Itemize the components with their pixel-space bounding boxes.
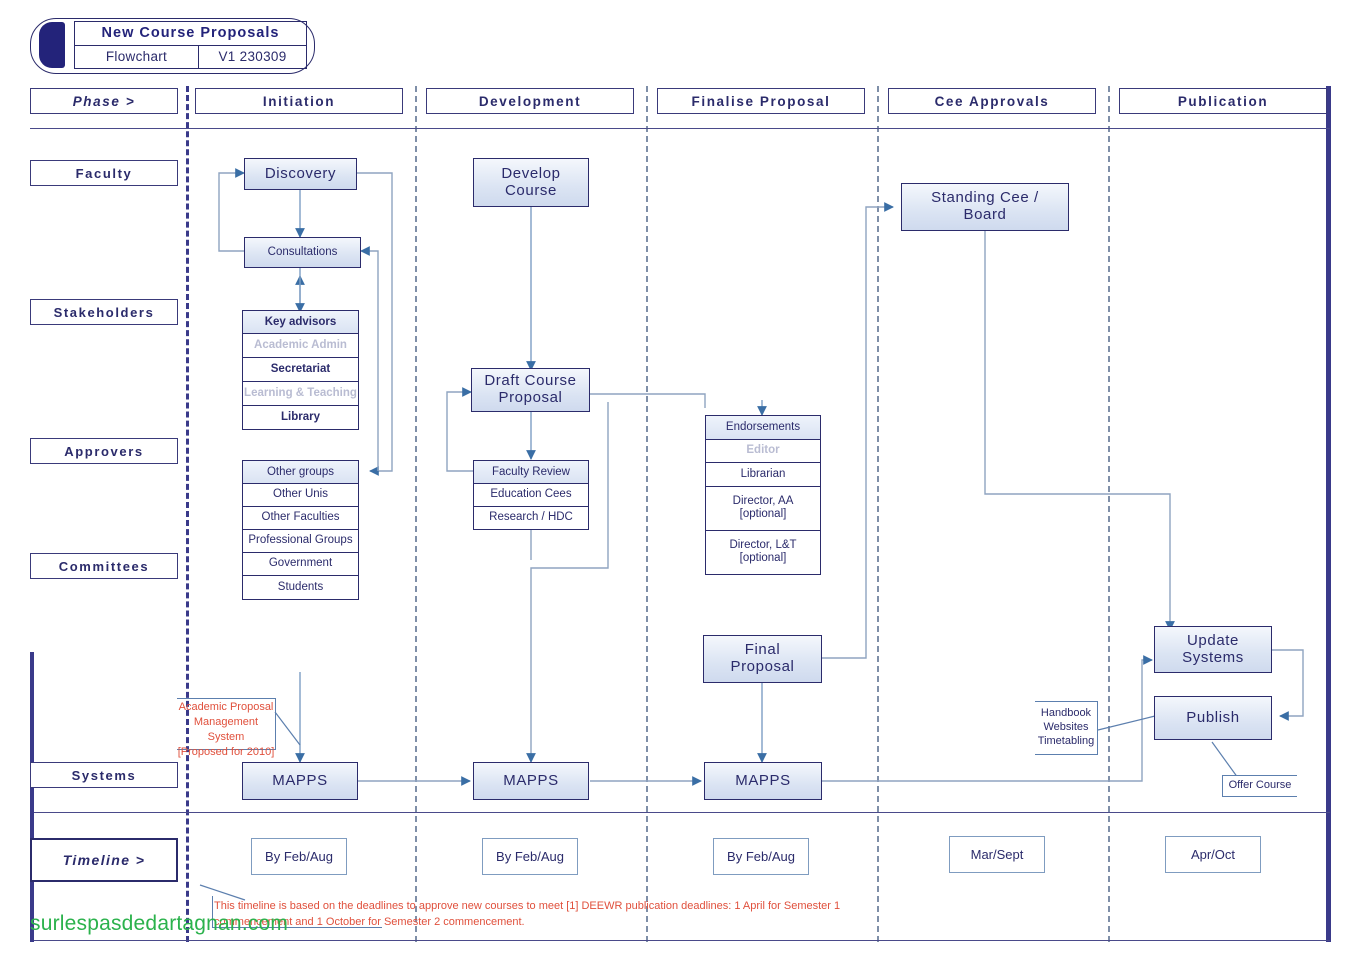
column-header-publication: Publication (1119, 88, 1327, 114)
document-version-cell: V1 230309 (199, 46, 306, 69)
timeline-value-development: By Feb/Aug (482, 838, 578, 875)
other-groups-item-0[interactable]: Other Unis (243, 484, 358, 507)
endorsements-item-0[interactable]: Editor (706, 439, 820, 464)
row-label-faculty: Faculty (30, 160, 178, 186)
title-block: New Course Proposals Flowchart V1 230309 (30, 18, 315, 74)
timeline-value-initiation: By Feb/Aug (251, 838, 347, 875)
endorsements-item-3[interactable]: Director, L&T [optional] (706, 530, 820, 574)
phase-header-label: Phase > (30, 88, 178, 114)
column-header-initiation: Initiation (195, 88, 403, 114)
node-draft-course-proposal[interactable]: Draft Course Proposal (471, 368, 590, 412)
node-develop-course[interactable]: Develop Course (473, 158, 589, 207)
other-groups-item-2[interactable]: Professional Groups (243, 530, 358, 553)
timeline-value-finalise: By Feb/Aug (713, 838, 809, 875)
faculty-review-item-1[interactable]: Research / HDC (474, 507, 588, 529)
column-header-development: Development (426, 88, 634, 114)
bottom-rule (30, 940, 1330, 941)
key-advisors-item-1[interactable]: Secretariat (243, 358, 358, 382)
row-label-systems: Systems (30, 762, 178, 788)
key-advisors-item-0[interactable]: Academic Admin (243, 334, 358, 358)
document-type-cell: Flowchart (75, 45, 200, 68)
row-label-committees: Committees (30, 553, 178, 579)
key-advisors-item-2[interactable]: Learning & Teaching (243, 382, 358, 406)
group-endorsements: Endorsements Editor Librarian Director, … (705, 415, 821, 575)
flowchart-canvas: New Course Proposals Flowchart V1 230309… (0, 0, 1372, 970)
timeline-footnote: This timeline is based on the deadlines … (214, 900, 841, 928)
callout-offer-course: Offer Course (1222, 775, 1297, 797)
key-advisors-item-3[interactable]: Library (243, 406, 358, 429)
document-title: New Course Proposals (101, 25, 280, 42)
title-block-tab (39, 22, 65, 68)
document-title-cell: New Course Proposals (74, 21, 307, 45)
callout-publish-targets: Handbook Websites Timetabling (1035, 701, 1098, 755)
other-groups-item-1[interactable]: Other Faculties (243, 507, 358, 530)
lane-divider-4 (1108, 86, 1110, 942)
node-mapps-development[interactable]: MAPPS (473, 762, 589, 800)
group-key-advisors: Key advisors Academic Admin Secretariat … (242, 310, 359, 430)
lane-divider-1 (415, 86, 417, 942)
key-advisors-header: Key advisors (243, 311, 358, 334)
node-consultations[interactable]: Consultations (244, 237, 361, 268)
timeline-label: Timeline > (30, 838, 178, 882)
timeline-value-cee-approvals: Mar/Sept (949, 836, 1045, 873)
node-publish[interactable]: Publish (1154, 696, 1272, 740)
group-other-groups: Other groups Other Unis Other Faculties … (242, 460, 359, 600)
node-update-systems[interactable]: Update Systems (1154, 626, 1272, 673)
right-edge-bar (1326, 86, 1331, 942)
node-final-proposal[interactable]: Final Proposal (703, 635, 822, 683)
callout-mapps-note: Academic Proposal Management System [Pro… (177, 701, 275, 758)
endorsements-header: Endorsements (706, 416, 820, 440)
other-groups-header: Other groups (243, 461, 358, 484)
header-rule (30, 128, 1330, 129)
faculty-review-header: Faculty Review (474, 461, 588, 484)
node-standing-cee-board[interactable]: Standing Cee / Board (901, 183, 1069, 231)
connector-layer (199, 168, 1304, 901)
group-faculty-review: Faculty Review Education Cees Research /… (473, 460, 589, 530)
faculty-review-item-0[interactable]: Education Cees (474, 484, 588, 507)
timeline-value-publication: Apr/Oct (1165, 836, 1261, 873)
endorsements-item-2[interactable]: Director, AA [optional] (706, 486, 820, 531)
row-label-approvers: Approvers (30, 438, 178, 464)
lane-divider-2 (646, 86, 648, 942)
lane-divider-0 (186, 86, 189, 942)
systems-rule (30, 812, 1330, 813)
node-discovery[interactable]: Discovery (244, 158, 357, 190)
node-mapps-initiation[interactable]: MAPPS (242, 762, 358, 800)
document-version: V1 230309 (218, 49, 287, 65)
row-label-stakeholders: Stakeholders (30, 299, 178, 325)
document-type: Flowchart (105, 49, 168, 65)
left-edge-bar (30, 652, 34, 942)
column-header-cee-approvals: Cee Approvals (888, 88, 1096, 114)
node-mapps-finalise[interactable]: MAPPS (704, 762, 822, 800)
site-watermark: surlespasdedartagnan.com (30, 912, 289, 935)
other-groups-item-3[interactable]: Government (243, 553, 358, 576)
endorsements-item-1[interactable]: Librarian (706, 463, 820, 487)
lane-divider-3 (877, 86, 879, 942)
other-groups-item-4[interactable]: Students (243, 576, 358, 599)
column-header-finalise-proposal: Finalise Proposal (657, 88, 865, 114)
